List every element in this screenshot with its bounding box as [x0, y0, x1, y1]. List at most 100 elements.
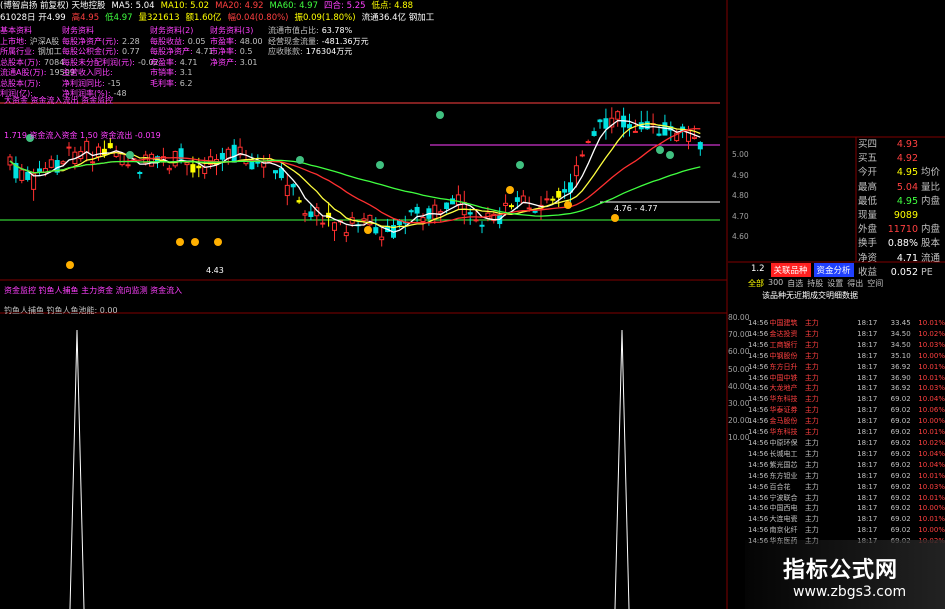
- subtab-5[interactable]: 得出: [847, 278, 863, 289]
- candle-body: [573, 165, 579, 177]
- candle-body: [302, 213, 308, 216]
- trade-cell: 10.01%: [918, 373, 945, 382]
- table-row[interactable]: 14:56 中国建筑 主力 18:17 33.45 10.01%: [748, 318, 945, 329]
- subtab-0[interactable]: 全部: [748, 278, 764, 289]
- signal-marker: [656, 146, 664, 154]
- trade-cell: 华东科技: [769, 428, 798, 437]
- subtab-6[interactable]: 空间: [867, 278, 883, 289]
- fin-row: 每股净资产(元): 2.28: [62, 37, 140, 47]
- table-row[interactable]: 14:56 中原环保 主力 18:17 69.02 10.02%: [748, 438, 945, 449]
- table-row[interactable]: 14:56 中钢股份 主力 18:17 35.10 10.00%: [748, 351, 945, 362]
- trade-cell: 紫光国芯: [769, 460, 798, 469]
- candle-body: [190, 164, 196, 173]
- right-tabs[interactable]: 1.2 关联品种 资金分析: [748, 263, 854, 277]
- subtab-1[interactable]: 300: [768, 278, 783, 289]
- candle-body: [591, 131, 597, 136]
- table-row[interactable]: 14:56 东方钽业 主力 18:17 69.02 10.01%: [748, 471, 945, 482]
- candle-body: [414, 206, 420, 214]
- table-row[interactable]: 14:56 中国中铁 主力 18:17 36.90 10.01%: [748, 373, 945, 384]
- trade-cell: 10.02%: [918, 329, 945, 338]
- candle-body: [119, 152, 125, 166]
- fin-row: 应收账款: 176304万元: [268, 47, 352, 57]
- trade-cell: 主力: [804, 438, 819, 447]
- trade-cell: 主力: [804, 428, 819, 437]
- fin-label: 市净率:: [210, 47, 237, 56]
- trade-cell: 69.02: [890, 449, 911, 458]
- table-row[interactable]: 14:56 长城电工 主力 18:17 69.02 10.04%: [748, 449, 945, 460]
- trade-cell: 14:56: [748, 373, 769, 382]
- signal-marker: [191, 238, 199, 246]
- table-row[interactable]: 14:56 金达投资 主力 18:17 34.50 10.02%: [748, 329, 945, 340]
- trade-cell: 主力: [804, 319, 819, 327]
- candle-body: [225, 148, 231, 159]
- candle-body: [196, 165, 202, 169]
- subtab-3[interactable]: 持股: [807, 278, 823, 289]
- table-row[interactable]: 14:56 紫光国芯 主力 18:17 69.02 10.04%: [748, 460, 945, 471]
- sub-tick: 60.00: [728, 347, 750, 357]
- subtab-4[interactable]: 设置: [827, 278, 843, 289]
- candle-body: [632, 130, 638, 133]
- tab-0[interactable]: 1.2: [748, 263, 768, 277]
- trade-cell: 18:17: [857, 493, 878, 502]
- tab-1[interactable]: 关联品种: [770, 263, 811, 277]
- quote-label: 买五: [858, 153, 878, 165]
- table-row[interactable]: 14:56 宁波联合 主力 18:17 69.02 10.01%: [748, 493, 945, 504]
- trade-cell: 18:17: [857, 438, 878, 447]
- table-row[interactable]: 14:56 大龙地产 主力 18:17 36.92 10.03%: [748, 383, 945, 394]
- trade-cell: 华泰证券: [769, 406, 798, 415]
- trade-cell: 18:17: [857, 428, 878, 437]
- quote-label: 换手: [858, 238, 878, 250]
- sub-chart-title: 钓鱼人捕鱼 钓鱼人鱼池能: 0.00: [4, 306, 118, 315]
- trade-cell: 华东科技: [769, 395, 798, 404]
- trade-cell: 10.04%: [918, 395, 945, 404]
- low-price-label: 4.43: [206, 266, 224, 275]
- table-row[interactable]: 14:56 金马股份 主力 18:17 69.02 10.00%: [748, 416, 945, 427]
- trade-cell: 主力: [804, 482, 819, 491]
- header-line-2: 61028日 开4.99 高4.95 低4.97 量321613 额1.60亿 幅0.04…: [0, 12, 720, 24]
- fin-label: 财务资料(2): [150, 26, 194, 35]
- fin-row: 市盈率: 48.00: [210, 37, 263, 47]
- table-row[interactable]: 14:56 华东科技 主力 18:17 69.02 10.01%: [748, 427, 945, 438]
- trade-cell: 14:56: [748, 449, 769, 458]
- table-row[interactable]: 14:56 中国西电 主力 18:17 69.02 10.00%: [748, 503, 945, 514]
- trade-cell: 主力: [804, 395, 819, 404]
- price-tick: 4.90: [732, 170, 749, 180]
- candle-body: [184, 162, 190, 166]
- trade-cell: 10.00%: [918, 504, 945, 513]
- trade-cell: 14:56: [748, 340, 769, 349]
- sub-tabs[interactable]: 全部 300 自选 持股 设置 得出 空间: [748, 278, 883, 289]
- tab-2[interactable]: 资金分析: [813, 263, 854, 277]
- signal-marker: [516, 161, 524, 169]
- sub-tick: 40.00: [728, 381, 750, 391]
- trade-cell: 宁波联合: [769, 493, 798, 502]
- trade-cell: 18:17: [857, 329, 878, 338]
- trade-cell: 14:56: [748, 351, 769, 360]
- table-row[interactable]: 14:56 南京化纤 主力 18:17 69.02 10.00%: [748, 525, 945, 536]
- table-row[interactable]: 14:56 华东科技 主力 18:17 69.02 10.04%: [748, 394, 945, 405]
- candle-body: [90, 161, 96, 164]
- fin-value: 0.77: [121, 47, 140, 56]
- trade-cell: 69.02: [890, 417, 911, 426]
- trade-list[interactable]: 14:56 中国建筑 主力 18:17 33.45 10.01% 14:56 金达投资 主力 18…: [748, 318, 945, 547]
- trade-cell: 18:17: [857, 406, 878, 415]
- table-row[interactable]: 14:56 华泰证券 主力 18:17 69.02 10.06%: [748, 405, 945, 416]
- table-row[interactable]: 14:56 东方日升 主力 18:17 36.92 10.01%: [748, 362, 945, 373]
- chart-header: (博智启扬 前复权) 天地控股 MA5: 5.04 MA10: 5.02 MA20: …: [0, 0, 720, 24]
- trade-cell: 主力: [804, 471, 819, 480]
- subtab-2[interactable]: 自选: [787, 278, 803, 289]
- signal-marker: [564, 201, 572, 209]
- trade-cell: 18:17: [857, 395, 878, 404]
- trade-cell: 10.00%: [918, 417, 945, 426]
- fin-row: 市盈率: 4.71: [150, 58, 198, 68]
- signal-marker: [611, 214, 619, 222]
- table-row[interactable]: 14:56 工商银行 主力 18:17 34.50 10.03%: [748, 340, 945, 351]
- trade-cell: 主力: [804, 384, 819, 393]
- range-label: 4.76 - 4.77: [614, 204, 658, 213]
- fin-row: 每股未分配利润(元): -0.02: [62, 58, 159, 68]
- candle-body: [597, 119, 603, 123]
- table-row[interactable]: 14:56 百合花 主力 18:17 69.02 10.03%: [748, 482, 945, 493]
- table-row[interactable]: 14:56 大连电瓷 主力 18:17 69.02 10.01%: [748, 514, 945, 525]
- candle-body: [273, 170, 278, 174]
- candle-body: [432, 204, 438, 220]
- trade-cell: 69.02: [890, 493, 911, 502]
